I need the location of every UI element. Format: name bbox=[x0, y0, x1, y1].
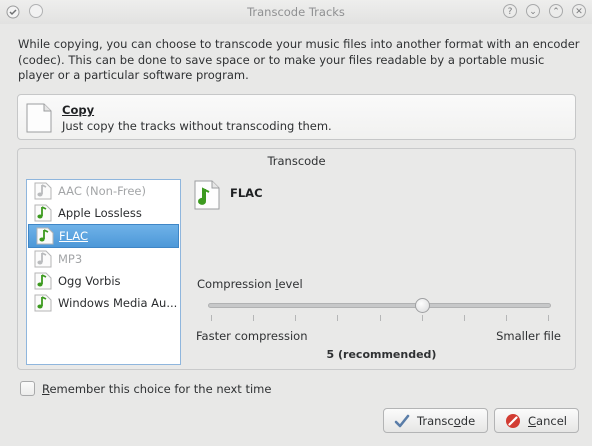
transcode-group: Transcode AAC (Non-Free) Apple Lossless FL… bbox=[17, 148, 576, 370]
remember-checkbox[interactable] bbox=[20, 381, 35, 396]
codec-list[interactable]: AAC (Non-Free) Apple Lossless FLAC MP3 Ogg V… bbox=[26, 179, 181, 365]
slider-tick bbox=[505, 315, 507, 321]
document-icon bbox=[25, 102, 53, 137]
compression-slider-track[interactable] bbox=[208, 303, 551, 308]
slider-tick bbox=[337, 315, 339, 321]
codec-item-label: MP3 bbox=[58, 252, 83, 266]
slider-value-label: 5 (recommended) bbox=[326, 348, 437, 361]
copy-option-button[interactable]: Copy Just copy the tracks without transc… bbox=[17, 94, 576, 140]
transcode-button-label: Transcode bbox=[417, 414, 476, 428]
slider-tick bbox=[421, 315, 423, 321]
slider-tick bbox=[548, 315, 549, 321]
music-note-icon bbox=[32, 182, 54, 202]
codec-item[interactable]: FLAC bbox=[28, 224, 179, 248]
flac-file-icon bbox=[193, 179, 221, 214]
music-note-icon bbox=[32, 294, 54, 314]
compression-level-label: Compression level bbox=[197, 277, 303, 291]
description-text: While copying, you can choose to transco… bbox=[18, 37, 580, 82]
slider-tick bbox=[211, 315, 212, 321]
cancel-button[interactable]: Cancel bbox=[494, 408, 579, 433]
codec-item[interactable]: Ogg Vorbis bbox=[27, 270, 180, 292]
music-note-icon bbox=[32, 204, 54, 224]
title-bar: Transcode Tracks ? ⌄ ⌃ ✕ bbox=[0, 0, 592, 24]
codec-item-label: FLAC bbox=[59, 229, 88, 243]
checkmark-icon bbox=[394, 413, 410, 432]
slider-min-label: Faster compression bbox=[196, 329, 308, 343]
codec-item[interactable]: Apple Lossless bbox=[27, 202, 180, 224]
codec-item-label: Apple Lossless bbox=[58, 206, 142, 220]
slider-tick bbox=[253, 315, 255, 321]
music-note-icon bbox=[32, 272, 54, 292]
cancel-button-label: Cancel bbox=[528, 414, 567, 428]
compression-slider-handle[interactable] bbox=[414, 298, 430, 313]
minimize-button[interactable]: ⌄ bbox=[526, 4, 540, 18]
maximize-button[interactable]: ⌃ bbox=[549, 4, 563, 18]
codec-item[interactable]: Windows Media Au... bbox=[27, 292, 180, 314]
cancel-icon bbox=[505, 413, 521, 432]
copy-subtitle: Just copy the tracks without transcoding… bbox=[62, 119, 332, 133]
transcode-button[interactable]: Transcode bbox=[383, 408, 488, 433]
codec-item: MP3 bbox=[27, 248, 180, 270]
codec-item-label: Windows Media Au... bbox=[58, 296, 178, 310]
transcode-group-title: Transcode bbox=[267, 154, 326, 168]
slider-tick bbox=[463, 315, 465, 321]
copy-title: Copy bbox=[62, 103, 95, 117]
codec-item: AAC (Non-Free) bbox=[27, 180, 180, 202]
codec-item-label: Ogg Vorbis bbox=[58, 274, 121, 288]
slider-tick bbox=[379, 315, 381, 321]
close-button[interactable]: ✕ bbox=[572, 4, 586, 18]
selected-codec-name: FLAC bbox=[230, 186, 263, 200]
help-button[interactable]: ? bbox=[503, 4, 517, 18]
music-note-icon bbox=[34, 227, 56, 247]
codec-item-label: AAC (Non-Free) bbox=[58, 184, 146, 198]
slider-tick bbox=[295, 315, 297, 321]
remember-label: Remember this choice for the next time bbox=[42, 382, 272, 396]
music-note-icon bbox=[32, 250, 54, 270]
slider-max-label: Smaller file bbox=[496, 329, 561, 343]
